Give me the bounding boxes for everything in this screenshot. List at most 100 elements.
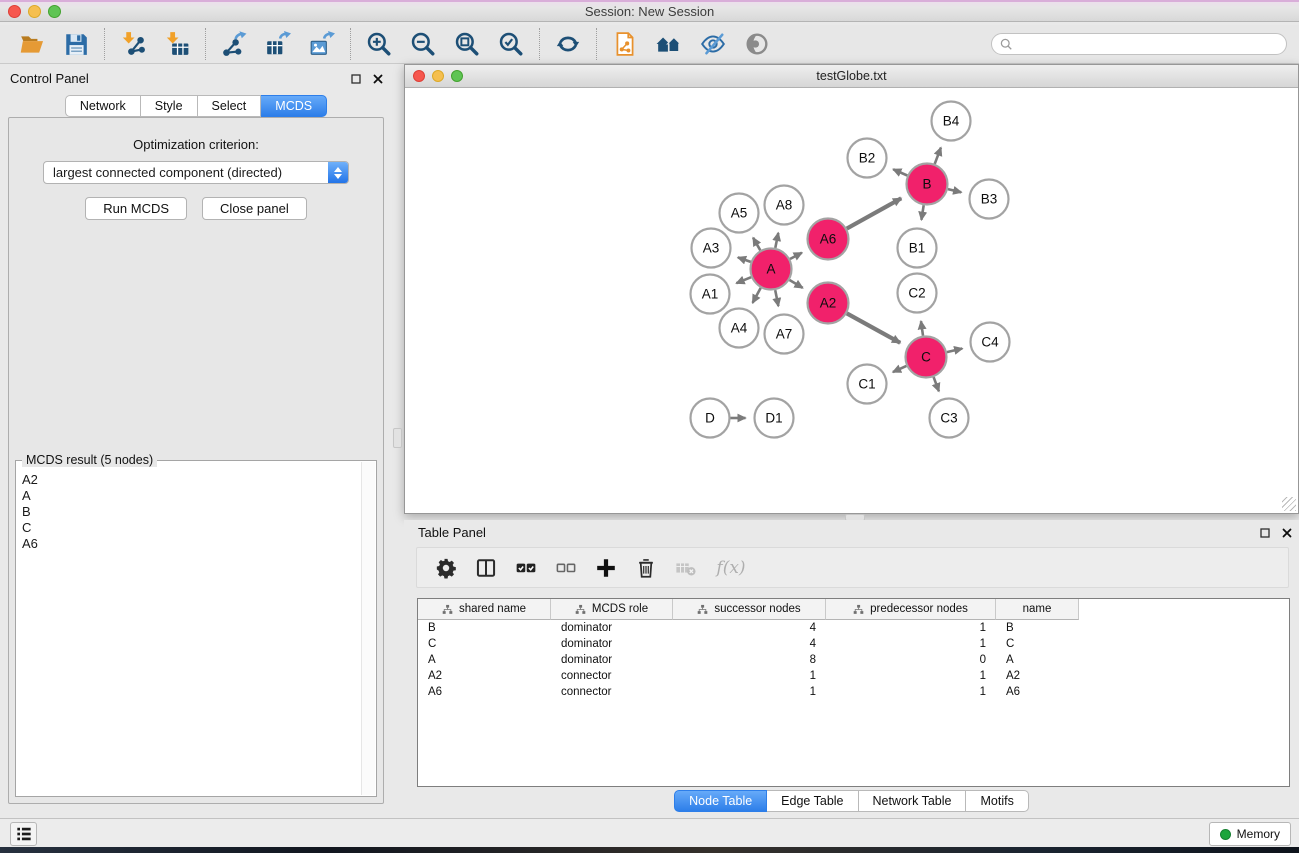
- tab-mcds[interactable]: MCDS: [261, 95, 327, 117]
- search-input[interactable]: [1014, 36, 1286, 52]
- edge-C-C3[interactable]: [934, 377, 939, 391]
- node-A3[interactable]: A3: [692, 229, 731, 268]
- tab-edge-table[interactable]: Edge Table: [767, 790, 858, 812]
- column-header-name[interactable]: name: [996, 599, 1079, 620]
- add-column-button[interactable]: [594, 556, 618, 580]
- node-C3[interactable]: C3: [930, 399, 969, 438]
- edge-A6-B[interactable]: [847, 198, 901, 228]
- export-image-button[interactable]: [307, 29, 337, 59]
- edge-C-C2[interactable]: [921, 321, 923, 336]
- table-row-B[interactable]: Bdominator41B: [418, 620, 1289, 636]
- edge-A-A6[interactable]: [790, 253, 802, 259]
- unselect-all-rows-button[interactable]: [554, 556, 578, 580]
- open-file-button[interactable]: [17, 29, 47, 59]
- network-maximize-button[interactable]: [451, 70, 463, 82]
- table-panel-float-button[interactable]: [1258, 526, 1271, 539]
- column-header-MCDS-role[interactable]: MCDS role: [551, 599, 673, 620]
- node-D[interactable]: D: [691, 399, 730, 438]
- mcds-result-item[interactable]: A: [22, 488, 360, 504]
- edge-A-A3[interactable]: [738, 257, 751, 262]
- node-B[interactable]: B: [907, 164, 948, 205]
- tab-network-table[interactable]: Network Table: [859, 790, 967, 812]
- edge-C-C4[interactable]: [947, 349, 962, 353]
- network-minimize-button[interactable]: [432, 70, 444, 82]
- node-A4[interactable]: A4: [720, 309, 759, 348]
- select-all-rows-button[interactable]: [514, 556, 538, 580]
- memory-button[interactable]: Memory: [1209, 822, 1291, 846]
- zoom-out-button[interactable]: [408, 29, 438, 59]
- table-row-C[interactable]: Cdominator41C: [418, 636, 1289, 652]
- export-network-button[interactable]: [219, 29, 249, 59]
- edge-A-A4[interactable]: [753, 288, 761, 303]
- mcds-result-item[interactable]: B: [22, 504, 360, 520]
- network-window-titlebar[interactable]: testGlobe.txt: [405, 65, 1298, 88]
- zoom-selected-button[interactable]: [496, 29, 526, 59]
- table-row-A2[interactable]: A2connector11A2: [418, 668, 1289, 684]
- edge-A-A1[interactable]: [736, 277, 751, 283]
- node-B3[interactable]: B3: [970, 180, 1009, 219]
- maximize-window-button[interactable]: [48, 5, 61, 18]
- edge-A-A2[interactable]: [790, 280, 803, 288]
- minimize-window-button[interactable]: [28, 5, 41, 18]
- import-network-button[interactable]: [118, 29, 148, 59]
- edge-A-A7[interactable]: [775, 290, 778, 306]
- zoom-fit-button[interactable]: [452, 29, 482, 59]
- edge-B-B4[interactable]: [935, 148, 941, 164]
- refresh-button[interactable]: [553, 29, 583, 59]
- app-manager-button[interactable]: [610, 29, 640, 59]
- toggle-column-view-button[interactable]: [474, 556, 498, 580]
- network-graph[interactable]: B4B2BB3A8A5A6A3B1AA1C2A2A4A7C4CC1C3DD1: [405, 89, 1298, 513]
- table-row-A[interactable]: Adominator80A: [418, 652, 1289, 668]
- tab-network[interactable]: Network: [65, 95, 141, 117]
- run-mcds-button[interactable]: Run MCDS: [85, 197, 187, 220]
- node-A2[interactable]: A2: [808, 283, 849, 324]
- node-C4[interactable]: C4: [971, 323, 1010, 362]
- node-B4[interactable]: B4: [932, 102, 971, 141]
- tab-select[interactable]: Select: [198, 95, 262, 117]
- table-settings-button[interactable]: [434, 556, 458, 580]
- edge-A-A8[interactable]: [775, 233, 778, 248]
- mcds-result-item[interactable]: A6: [22, 536, 360, 552]
- delete-column-button[interactable]: [634, 556, 658, 580]
- column-header-successor-nodes[interactable]: successor nodes: [673, 599, 826, 620]
- table-panel-close-button[interactable]: [1280, 526, 1293, 539]
- control-panel-float-button[interactable]: [349, 72, 362, 85]
- node-B1[interactable]: B1: [898, 229, 937, 268]
- mcds-result-item[interactable]: C: [22, 520, 360, 536]
- node-A5[interactable]: A5: [720, 194, 759, 233]
- edge-B-B2[interactable]: [893, 169, 907, 175]
- tab-motifs[interactable]: Motifs: [966, 790, 1028, 812]
- search-box[interactable]: [991, 33, 1287, 55]
- column-header-shared-name[interactable]: shared name: [418, 599, 551, 620]
- control-panel-close-button[interactable]: [371, 72, 384, 85]
- node-C2[interactable]: C2: [898, 274, 937, 313]
- network-resize-grip[interactable]: [1282, 497, 1296, 511]
- node-D1[interactable]: D1: [755, 399, 794, 438]
- edge-B-B3[interactable]: [948, 189, 961, 192]
- network-close-button[interactable]: [413, 70, 425, 82]
- node-C1[interactable]: C1: [848, 365, 887, 404]
- task-history-button[interactable]: [10, 822, 37, 846]
- criterion-dropdown[interactable]: largest connected component (directed): [43, 161, 349, 184]
- import-table-button[interactable]: [162, 29, 192, 59]
- vertical-splitter-handle[interactable]: [393, 428, 402, 448]
- node-C[interactable]: C: [906, 337, 947, 378]
- save-session-button[interactable]: [61, 29, 91, 59]
- tab-node-table[interactable]: Node Table: [674, 790, 767, 812]
- mcds-result-list[interactable]: A2ABCA6: [16, 466, 360, 794]
- node-B2[interactable]: B2: [848, 139, 887, 178]
- node-A[interactable]: A: [751, 249, 792, 290]
- close-panel-button[interactable]: Close panel: [202, 197, 307, 220]
- close-window-button[interactable]: [8, 5, 21, 18]
- node-A7[interactable]: A7: [765, 315, 804, 354]
- edge-A-A5[interactable]: [753, 238, 760, 251]
- home-button[interactable]: [654, 29, 684, 59]
- mcds-result-scrollbar[interactable]: [361, 462, 375, 795]
- column-header-predecessor-nodes[interactable]: predecessor nodes: [826, 599, 996, 620]
- show-eye-button[interactable]: [742, 29, 772, 59]
- edge-B-B1[interactable]: [921, 205, 923, 220]
- node-A1[interactable]: A1: [691, 275, 730, 314]
- edge-C-C1[interactable]: [893, 366, 907, 372]
- zoom-in-button[interactable]: [364, 29, 394, 59]
- export-table-button[interactable]: [263, 29, 293, 59]
